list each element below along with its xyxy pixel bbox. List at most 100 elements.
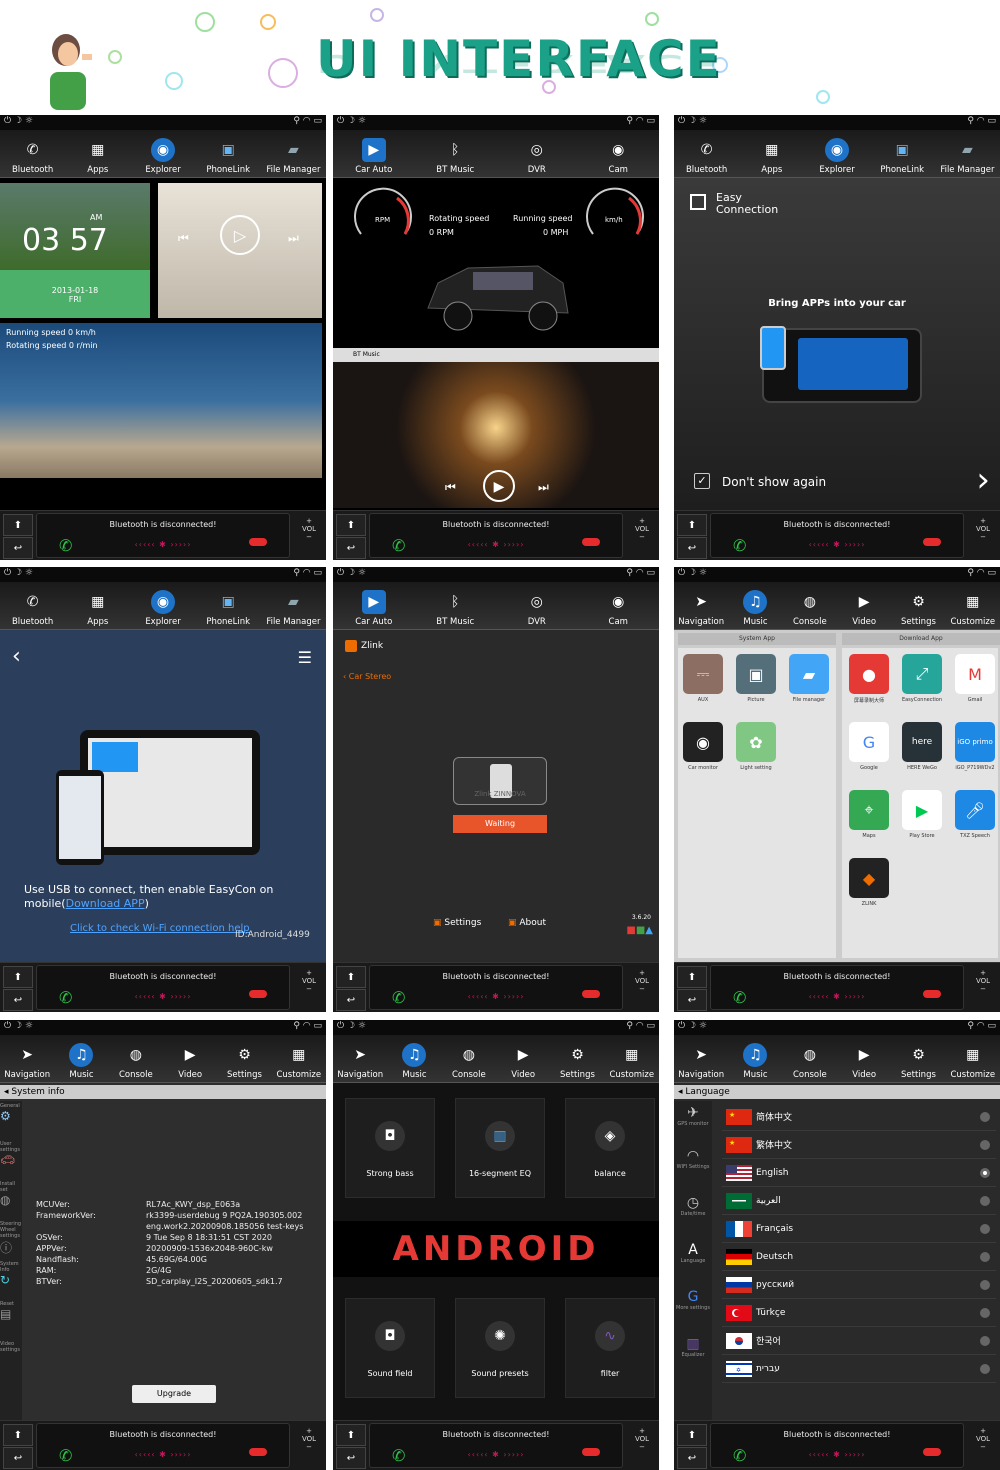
back-arrow-icon[interactable]: ‹ xyxy=(12,644,21,669)
call-icon[interactable]: ✆ xyxy=(392,1446,405,1465)
tab-explorer[interactable]: ◉ Explorer xyxy=(130,582,195,629)
call-icon[interactable]: ✆ xyxy=(733,988,746,1007)
tab-settings[interactable]: ⚙ Settings xyxy=(891,582,945,629)
sidebar-item-video-settings[interactable]: Video settings xyxy=(0,1341,22,1361)
lang-korean[interactable]: 한국어 xyxy=(722,1327,996,1355)
vol-up-button[interactable]: + xyxy=(969,517,997,525)
radio-button[interactable] xyxy=(980,1363,990,1374)
tab-bluetooth[interactable]: ✆ Bluetooth xyxy=(674,130,739,177)
vol-down-button[interactable]: − xyxy=(628,1443,656,1451)
volume-control[interactable]: + VOL − xyxy=(628,1427,656,1451)
tab-apps[interactable]: ▦ Apps xyxy=(65,582,130,629)
volume-control[interactable]: + VOL − xyxy=(969,517,997,541)
tab-car-auto[interactable]: ▶ Car Auto xyxy=(333,130,415,177)
next-chevron-icon[interactable]: › xyxy=(976,460,990,500)
radio-button[interactable] xyxy=(980,1223,990,1234)
sidebar-item-more[interactable]: G More settings xyxy=(674,1289,712,1336)
tab-video[interactable]: ▶ Video xyxy=(837,582,891,629)
card-filter[interactable]: ∿ filter xyxy=(565,1298,655,1398)
sidebar-item-steering[interactable]: Steering Wheel settings ⓘ xyxy=(0,1221,22,1261)
vol-down-button[interactable]: − xyxy=(295,985,323,993)
tab-dvr[interactable]: ◎ DVR xyxy=(496,582,578,629)
tab-customize[interactable]: ▦ Customize xyxy=(946,582,1000,629)
call-icon[interactable]: ✆ xyxy=(392,536,405,555)
play-icon[interactable]: ▶ xyxy=(483,470,515,502)
lang-simplified-chinese[interactable]: ★ 简体中文 xyxy=(722,1103,996,1131)
dont-show-checkbox[interactable]: ✓ xyxy=(694,473,710,489)
vol-up-button[interactable]: + xyxy=(969,1427,997,1435)
home-up-button[interactable]: ⬆ xyxy=(3,1424,33,1446)
radio-button[interactable] xyxy=(980,1251,990,1262)
call-icon[interactable]: ✆ xyxy=(59,1446,72,1465)
app-here-wego[interactable]: here HERE WeGo xyxy=(899,722,945,771)
play-icon[interactable]: ▷ xyxy=(220,215,260,255)
tab-bluetooth[interactable]: ✆ Bluetooth xyxy=(0,582,65,629)
hangup-icon[interactable] xyxy=(249,538,267,546)
app-zlink[interactable]: ◆ ZLINK xyxy=(846,858,892,907)
app-maps[interactable]: ⌖ Maps xyxy=(846,790,892,839)
tab-music[interactable]: ♫ Music xyxy=(728,1035,782,1082)
vol-down-button[interactable]: − xyxy=(628,533,656,541)
tab-explorer[interactable]: ◉ Explorer xyxy=(130,130,195,177)
volume-control[interactable]: + VOL − xyxy=(295,969,323,993)
hangup-icon[interactable] xyxy=(582,538,600,546)
back-button[interactable]: ↩ xyxy=(3,537,33,559)
tab-console[interactable]: ◍ Console xyxy=(442,1035,496,1082)
clock-widget[interactable]: AM 03 57 xyxy=(0,183,150,271)
home-up-button[interactable]: ⬆ xyxy=(677,514,707,536)
app-easyconnection[interactable]: ⤢ EasyConnection xyxy=(899,654,945,703)
tab-customize[interactable]: ▦ Customize xyxy=(605,1035,659,1082)
volume-control[interactable]: + VOL − xyxy=(628,517,656,541)
sidebar-item-wifi[interactable]: ◠ WIFI Settings xyxy=(674,1148,712,1195)
home-up-button[interactable]: ⬆ xyxy=(336,1424,366,1446)
sidebar-item-gps[interactable]: ✈ GPS monitor xyxy=(674,1101,712,1148)
tab-dvr[interactable]: ◎ DVR xyxy=(496,130,578,177)
tab-settings[interactable]: ⚙ Settings xyxy=(891,1035,945,1082)
wifi-help-link[interactable]: Click to check Wi-Fi connection help xyxy=(70,923,250,934)
app-igo[interactable]: iGO primo iGO_P719WDv2 xyxy=(952,722,998,771)
vol-up-button[interactable]: + xyxy=(628,969,656,977)
hangup-icon[interactable] xyxy=(923,1448,941,1456)
back-button[interactable]: ↩ xyxy=(3,989,33,1011)
volume-control[interactable]: + VOL − xyxy=(969,969,997,993)
home-up-button[interactable]: ⬆ xyxy=(3,966,33,988)
car-stereo-link[interactable]: ‹ Car Stereo xyxy=(343,672,391,681)
upgrade-button[interactable]: Upgrade xyxy=(132,1385,216,1403)
tab-apps[interactable]: ▦ Apps xyxy=(739,130,804,177)
lang-french[interactable]: Français xyxy=(722,1215,996,1243)
menu-icon[interactable]: ☰ xyxy=(298,648,312,667)
tab-apps[interactable]: ▦ Apps xyxy=(65,130,130,177)
next-icon[interactable]: ⏭ xyxy=(538,480,549,495)
tab-music[interactable]: ♫ Music xyxy=(54,1035,108,1082)
vol-up-button[interactable]: + xyxy=(295,1427,323,1435)
settings-button[interactable]: ▣ Settings xyxy=(433,918,481,928)
home-up-button[interactable]: ⬆ xyxy=(677,1424,707,1446)
app-picture[interactable]: ▣ Picture xyxy=(733,654,779,703)
vol-down-button[interactable]: − xyxy=(969,533,997,541)
tab-settings[interactable]: ⚙ Settings xyxy=(550,1035,604,1082)
call-icon[interactable]: ✆ xyxy=(733,536,746,555)
app-light-setting[interactable]: ✿ Light setting xyxy=(733,722,779,771)
tab-phonelink[interactable]: ▣ PhoneLink xyxy=(196,130,261,177)
volume-control[interactable]: + VOL − xyxy=(969,1427,997,1451)
tab-customize[interactable]: ▦ Customize xyxy=(946,1035,1000,1082)
dont-show-label[interactable]: Don't show again xyxy=(722,475,826,489)
vol-down-button[interactable]: − xyxy=(295,533,323,541)
tab-console[interactable]: ◍ Console xyxy=(783,582,837,629)
lang-english[interactable]: English xyxy=(722,1159,996,1187)
vol-down-button[interactable]: − xyxy=(628,985,656,993)
hangup-icon[interactable] xyxy=(923,990,941,998)
vol-up-button[interactable]: + xyxy=(969,969,997,977)
tab-file-manager[interactable]: ▰ File Manager xyxy=(261,130,326,177)
sidebar-item-reset[interactable]: Reset ▤ xyxy=(0,1301,22,1341)
back-button[interactable]: ↩ xyxy=(336,1447,366,1469)
sidebar-item-install-set[interactable]: Install set ◍ xyxy=(0,1181,22,1221)
tab-car-auto[interactable]: ▶ Car Auto xyxy=(333,582,415,629)
lang-hebrew[interactable]: ✡ עברית xyxy=(722,1355,996,1383)
call-icon[interactable]: ✆ xyxy=(392,988,405,1007)
call-icon[interactable]: ✆ xyxy=(59,536,72,555)
app-play-store[interactable]: ▶ Play Store xyxy=(899,790,945,839)
vol-up-button[interactable]: + xyxy=(295,969,323,977)
app-google[interactable]: G Google xyxy=(846,722,892,771)
vol-down-button[interactable]: − xyxy=(969,1443,997,1451)
